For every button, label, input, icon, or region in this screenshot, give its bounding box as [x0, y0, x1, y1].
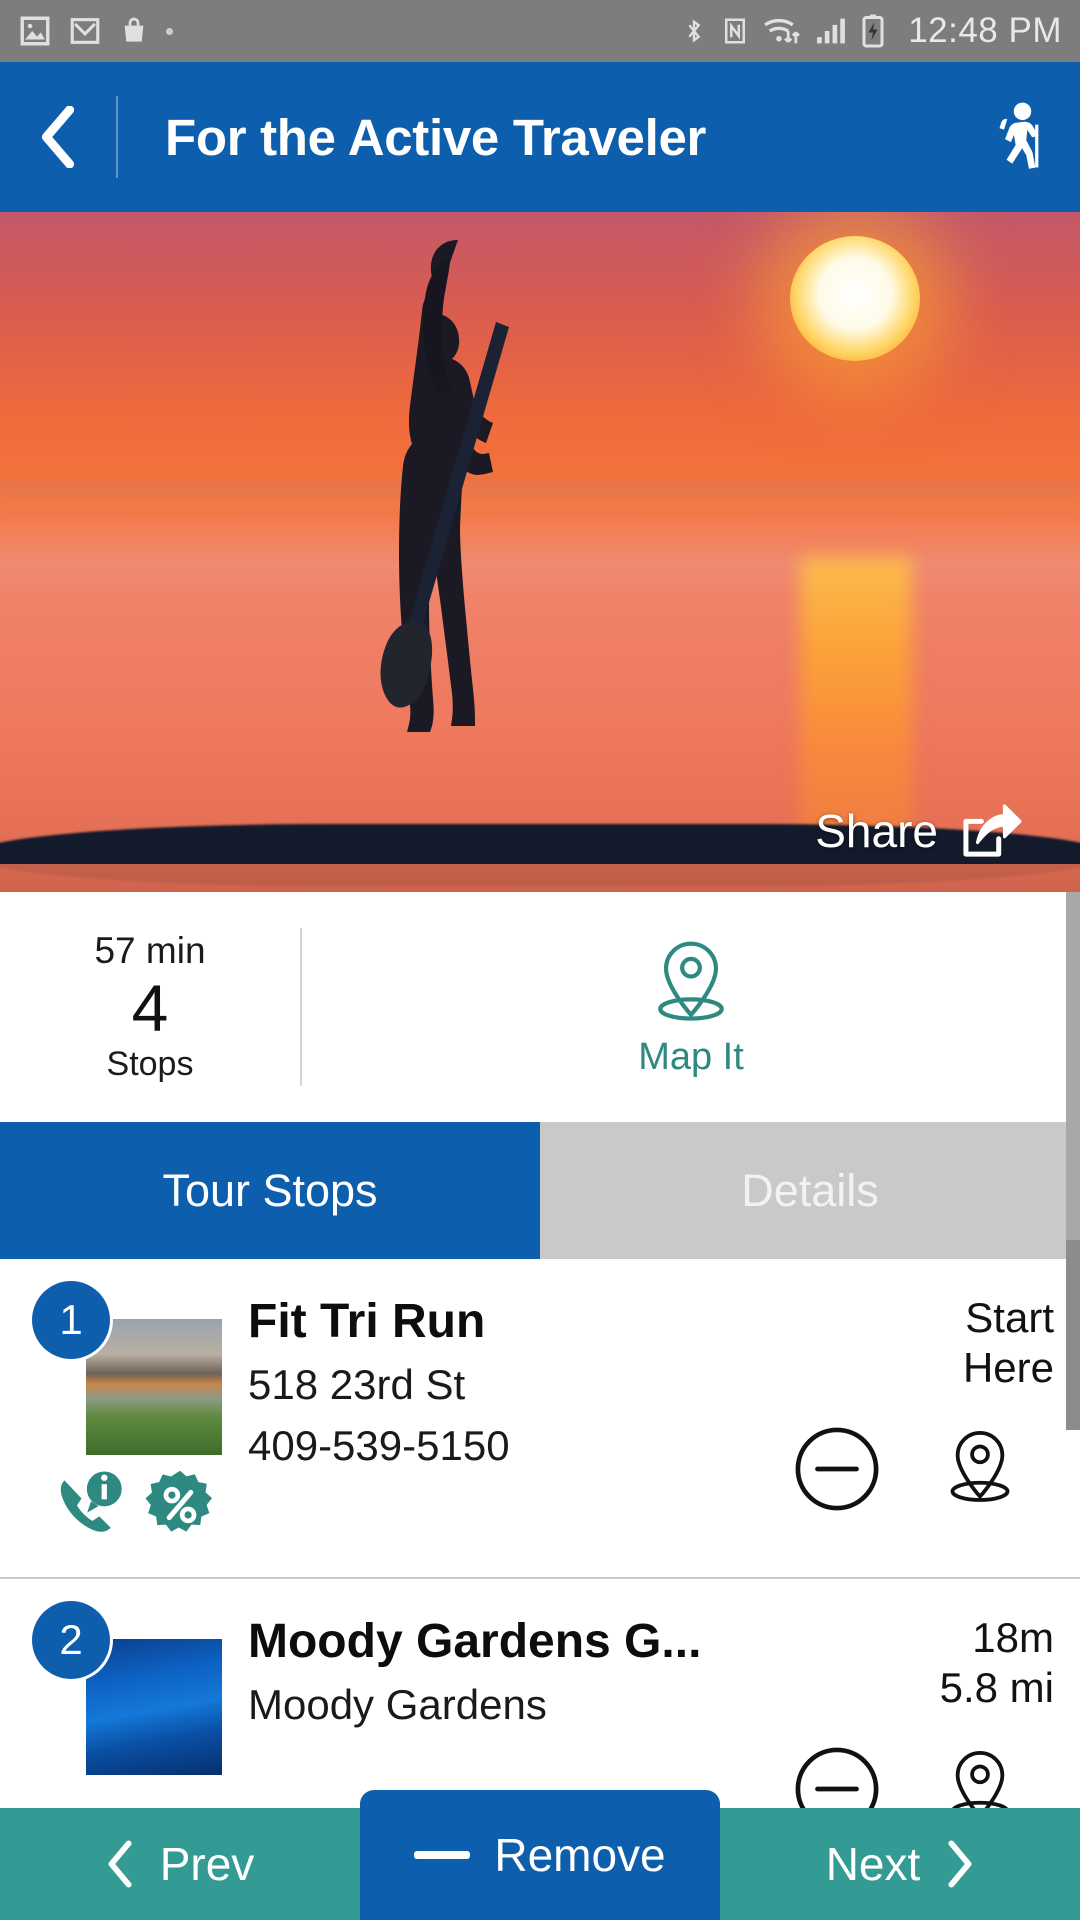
stop-thumbnail[interactable] [86, 1639, 222, 1775]
dot-indicator-icon [166, 27, 173, 35]
stop-status-line1: Start [965, 1294, 1054, 1341]
status-bar-system: 12:48 PM [680, 11, 1062, 51]
discount-percent-icon[interactable] [144, 1469, 216, 1541]
bluetooth-icon [688, 19, 701, 43]
stop-number-badge: 1 [32, 1281, 110, 1359]
map-pin-icon [658, 941, 724, 1021]
app-header: For the Active Traveler [0, 62, 1080, 212]
back-button[interactable] [0, 62, 116, 212]
hiker-icon[interactable] [982, 99, 1044, 175]
stop-actions [794, 1426, 1054, 1512]
remove-button[interactable]: Remove [360, 1790, 720, 1920]
remove-label: Remove [494, 1829, 666, 1881]
stop-status-line1: 18m [972, 1614, 1054, 1661]
tour-duration: 57 min [94, 929, 206, 971]
share-button[interactable]: Share [815, 804, 1022, 858]
map-it-button[interactable]: Map It [302, 936, 1080, 1079]
tour-stats-bar: 57 min 4 Stops Map It [0, 892, 1080, 1122]
header-divider [116, 96, 118, 178]
stop-address: 518 23rd St [248, 1360, 466, 1408]
tab-details[interactable]: Details [540, 1122, 1080, 1259]
tour-stop-count-label: Stops [106, 1045, 194, 1084]
hero-image: Share [0, 212, 1080, 892]
battery-charging-icon [862, 14, 884, 48]
next-label: Next [825, 1838, 921, 1890]
paddleboarder-silhouette [380, 240, 509, 732]
stop-address: Moody Gardens [248, 1680, 547, 1728]
remove-circle-icon[interactable] [794, 1426, 880, 1512]
stop-meta: Start Here [714, 1285, 1054, 1577]
stop-thumbnail-wrap: 2 [26, 1601, 232, 1822]
wifi-icon [764, 18, 801, 44]
stop-title: Fit Tri Run [248, 1295, 486, 1348]
hero-water [0, 864, 1080, 892]
tab-tour-stops[interactable]: Tour Stops [0, 1122, 540, 1259]
share-arrow-icon [963, 804, 1022, 857]
hero-sun [790, 236, 920, 361]
map-it-label: Map It [638, 1035, 744, 1078]
table-row[interactable]: 1 Fit Tri Run 518 23rd St 409-539-5150 S… [0, 1259, 1080, 1577]
share-label: Share [815, 805, 938, 857]
scrollbar-thumb-inner[interactable] [1066, 1240, 1080, 1430]
chevron-right-icon [948, 1840, 972, 1888]
phone-info-icon[interactable] [52, 1469, 130, 1541]
tour-summary: 57 min 4 Stops [0, 930, 300, 1085]
photos-icon [20, 16, 50, 46]
prev-button[interactable]: Prev [0, 1808, 360, 1920]
stop-thumbnail[interactable] [86, 1319, 222, 1455]
next-button[interactable]: Next [720, 1808, 1080, 1920]
map-pin-icon[interactable] [940, 1426, 1020, 1512]
cellular-signal-icon [817, 18, 846, 44]
shopping-bag-icon [124, 17, 144, 42]
tour-stop-count: 4 [131, 970, 169, 1045]
stop-icon-row [52, 1469, 216, 1541]
tour-stops-list[interactable]: 1 Fit Tri Run 518 23rd St 409-539-5150 S… [0, 1259, 1080, 1822]
chevron-left-icon [108, 1840, 132, 1888]
tab-bar: Tour Stops Details [0, 1122, 1080, 1259]
stop-status-line2: Here [962, 1343, 1054, 1391]
chevron-left-icon [41, 106, 75, 168]
table-row[interactable]: 2 Moody Gardens G... Moody Gardens 18m 5… [0, 1579, 1080, 1822]
prev-label: Prev [159, 1838, 255, 1890]
stop-meta: 18m 5.8 mi [714, 1605, 1054, 1822]
stop-thumbnail-wrap: 1 [26, 1281, 232, 1577]
stop-info: Fit Tri Run 518 23rd St 409-539-5150 [232, 1285, 714, 1577]
stop-phone: 409-539-5150 [248, 1421, 510, 1469]
page-title: For the Active Traveler [165, 108, 707, 166]
status-bar: 12:48 PM [0, 0, 1080, 62]
stop-number-badge: 2 [32, 1601, 110, 1679]
minus-icon [414, 1851, 471, 1859]
nfc-icon [725, 18, 746, 44]
status-bar-clock: 12:48 PM [908, 11, 1062, 50]
status-bar-notifications [18, 14, 173, 48]
app-screen: 12:48 PM For the Active Traveler Share 5… [0, 0, 1080, 1920]
gmail-icon [70, 18, 100, 44]
stop-status-line2: 5.8 mi [939, 1663, 1054, 1711]
stop-title: Moody Gardens G... [248, 1615, 702, 1668]
